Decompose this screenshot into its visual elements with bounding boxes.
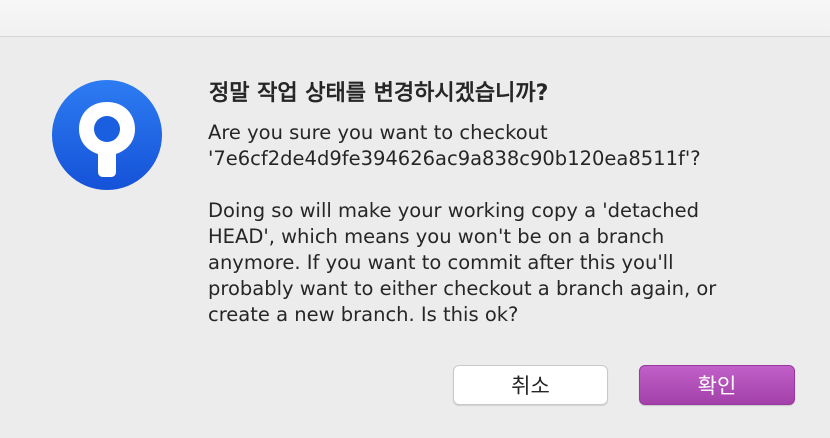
cancel-button[interactable]: 취소	[453, 365, 608, 405]
window-top-bar	[0, 0, 830, 37]
dialog-message: Are you sure you want to checkout '7e6cf…	[208, 120, 808, 354]
dialog-title: 정말 작업 상태를 변경하시겠습니까?	[209, 81, 549, 106]
detached-head-warning-text: Doing so will make your working copy a '…	[208, 199, 717, 326]
sourcetree-app-icon	[52, 80, 162, 190]
checkout-confirm-text: Are you sure you want to checkout '7e6cf…	[208, 121, 701, 170]
confirm-button[interactable]: 확인	[639, 365, 795, 405]
